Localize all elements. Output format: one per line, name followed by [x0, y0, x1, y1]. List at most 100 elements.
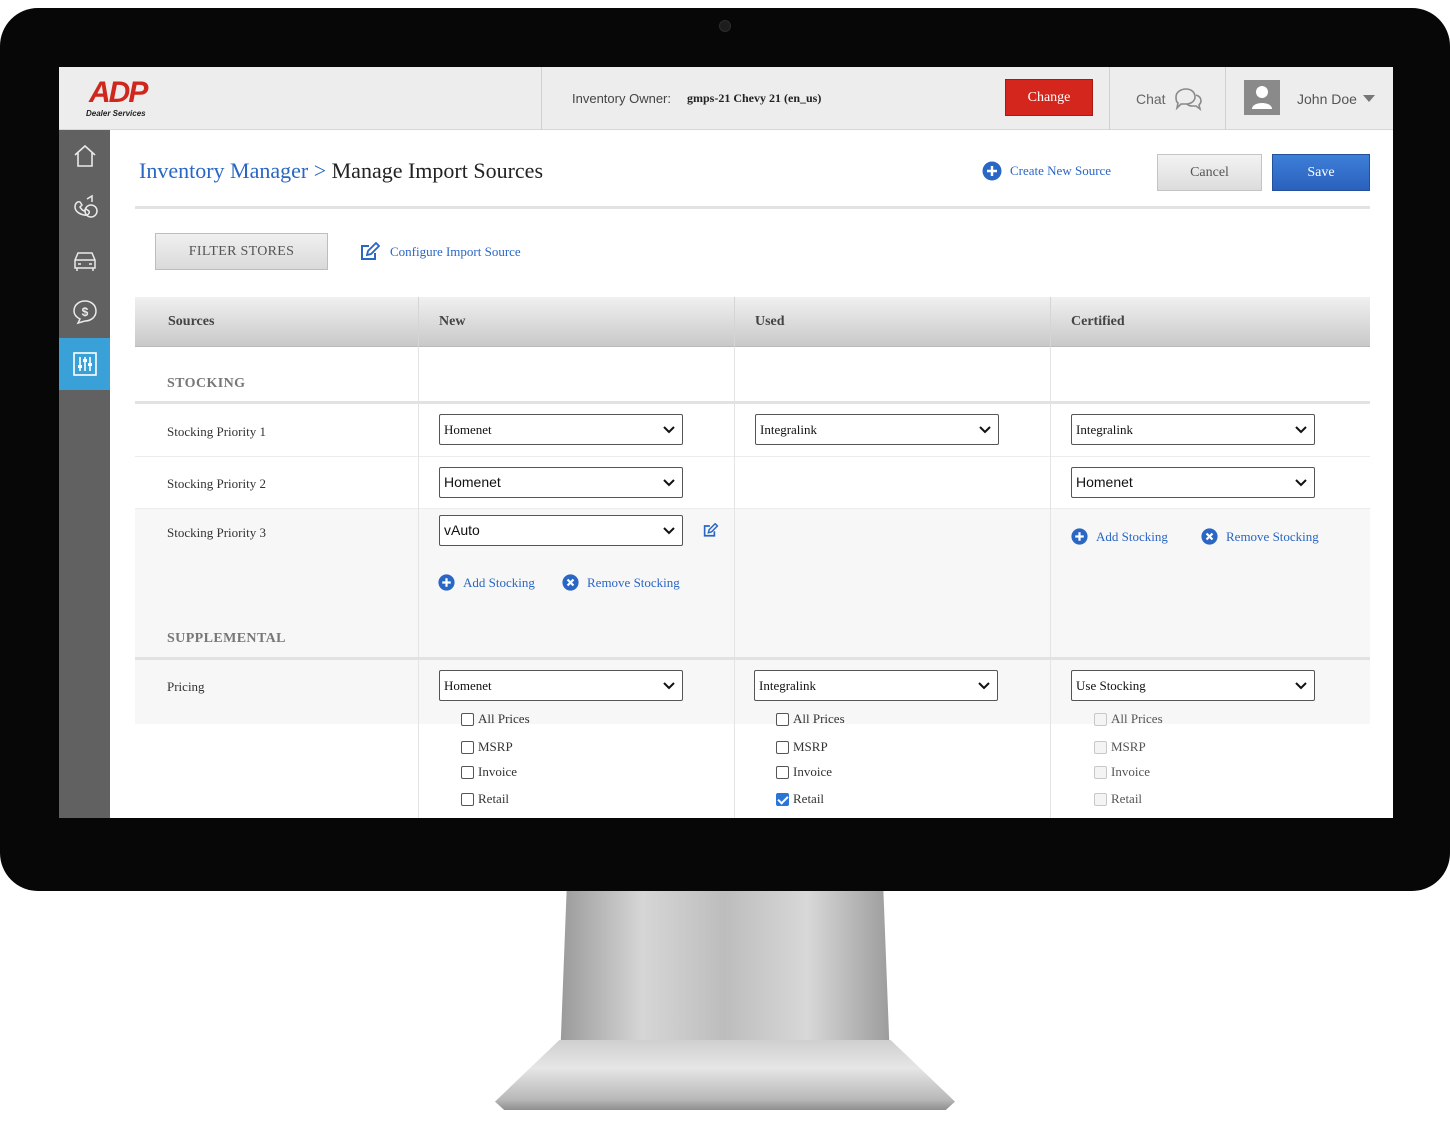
checkbox-label: Invoice — [478, 764, 517, 779]
checkbox-used-all-prices[interactable]: All Prices — [776, 711, 845, 727]
checkbox-label: Retail — [478, 791, 510, 806]
chevron-down-icon — [978, 682, 990, 690]
adp-logo[interactable]: ADP Dealer Services — [86, 77, 186, 121]
column-divider — [1050, 297, 1051, 347]
configure-import-source-link[interactable]: Configure Import Source — [360, 242, 521, 262]
edit-icon — [361, 242, 381, 260]
remove-circle-icon — [1201, 528, 1218, 545]
dollar-chat-icon: $ — [72, 300, 97, 325]
checkbox-used-invoice[interactable]: Invoice — [776, 764, 832, 780]
chevron-down-icon — [663, 527, 675, 535]
select-priority-1-certified[interactable]: Integralink — [1071, 414, 1315, 445]
user-name[interactable]: John Doe — [1297, 91, 1357, 107]
checkbox-label: MSRP — [1111, 739, 1146, 754]
select-priority-2-new[interactable]: Homenet — [439, 467, 683, 498]
checkbox-new-all-prices[interactable]: All Prices — [461, 711, 530, 727]
section-divider — [135, 657, 1370, 660]
monitor-stand-base — [495, 1040, 955, 1110]
avatar[interactable] — [1244, 80, 1280, 115]
add-stocking-label: Add Stocking — [463, 574, 535, 590]
select-priority-2-certified[interactable]: Homenet — [1071, 467, 1315, 498]
checkbox-used-msrp[interactable]: MSRP — [776, 739, 828, 755]
checkbox-label: MSRP — [793, 739, 828, 754]
select-value: Homenet — [444, 678, 492, 693]
select-value: Integralink — [759, 678, 817, 693]
row-label-priority-3: Stocking Priority 3 — [167, 525, 266, 540]
checkbox-certified-invoice: Invoice — [1094, 764, 1150, 780]
sidebar-item-home[interactable] — [59, 130, 110, 182]
column-header-certified: Certified — [1071, 314, 1125, 329]
checkbox[interactable] — [461, 792, 474, 806]
chat-icon[interactable] — [1173, 87, 1203, 116]
add-stocking-label: Add Stocking — [1096, 528, 1168, 544]
chevron-down-icon — [979, 426, 991, 434]
checkbox-disabled — [1094, 712, 1107, 726]
checkbox-label: Retail — [1111, 791, 1143, 806]
camera — [719, 20, 731, 32]
checkbox-disabled — [1094, 792, 1107, 806]
checkbox-checked[interactable] — [776, 792, 789, 806]
checkbox[interactable] — [776, 765, 789, 779]
row-label-pricing: Pricing — [167, 679, 205, 694]
select-priority-1-used[interactable]: Integralink — [755, 414, 999, 445]
checkbox-new-msrp[interactable]: MSRP — [461, 739, 513, 755]
divider — [135, 206, 1370, 209]
add-stocking-certified-link[interactable]: Add Stocking — [1071, 528, 1168, 545]
remove-stocking-new-link[interactable]: Remove Stocking — [562, 574, 680, 591]
select-priority-3-new[interactable]: vAuto — [439, 515, 683, 546]
page-title-text: Manage Import Sources — [331, 158, 544, 183]
page-title: Inventory Manager > Manage Import Source… — [139, 158, 543, 184]
row-label-priority-1: Stocking Priority 1 — [167, 424, 266, 439]
save-button[interactable]: Save — [1272, 154, 1370, 191]
create-new-source-label: Create New Source — [1010, 163, 1112, 178]
checkbox-new-invoice[interactable]: Invoice — [461, 764, 517, 780]
select-pricing-new[interactable]: Homenet — [439, 670, 683, 701]
column-divider — [734, 297, 735, 347]
chevron-down-icon — [1295, 479, 1307, 487]
checkbox[interactable] — [461, 712, 474, 726]
sidebar-item-crm[interactable] — [59, 182, 110, 234]
cancel-button[interactable]: Cancel — [1157, 154, 1262, 191]
chevron-down-icon — [663, 479, 675, 487]
filter-stores-button[interactable]: FILTER STORES — [155, 233, 328, 270]
inventory-owner-label: Inventory Owner: — [572, 91, 671, 106]
select-value: vAuto — [444, 522, 480, 538]
select-pricing-used[interactable]: Integralink — [754, 670, 998, 701]
select-priority-1-new[interactable]: Homenet — [439, 414, 683, 445]
breadcrumb-inventory-manager[interactable]: Inventory Manager > — [139, 158, 326, 183]
checkbox-label: MSRP — [478, 739, 513, 754]
sidebar-item-inventory-settings[interactable] — [59, 338, 110, 390]
add-stocking-new-link[interactable]: Add Stocking — [438, 574, 535, 591]
chevron-down-icon — [663, 682, 675, 690]
logo-subtitle: Dealer Services — [86, 109, 146, 118]
checkbox[interactable] — [776, 712, 789, 726]
topbar-divider — [1225, 67, 1226, 130]
plus-circle-icon — [438, 574, 455, 591]
column-line — [418, 347, 419, 818]
checkbox-certified-retail: Retail — [1094, 791, 1142, 807]
change-owner-button[interactable]: Change — [1005, 79, 1093, 116]
checkbox-disabled — [1094, 740, 1107, 754]
chevron-down-icon — [1295, 426, 1307, 434]
remove-stocking-certified-link[interactable]: Remove Stocking — [1201, 528, 1319, 545]
inventory-owner-value: gmps-21 Chevy 21 (en_us) — [687, 91, 822, 105]
sidebar-item-vehicles[interactable] — [59, 234, 110, 286]
checkbox[interactable] — [461, 740, 474, 754]
checkbox-used-retail[interactable]: Retail — [776, 791, 824, 807]
create-new-source-link[interactable]: Create New Source — [982, 161, 1111, 181]
checkbox-new-retail[interactable]: Retail — [461, 791, 509, 807]
plus-circle-icon — [982, 161, 1002, 181]
select-pricing-certified[interactable]: Use Stocking — [1071, 670, 1315, 701]
sidebar-item-finance[interactable]: $ — [59, 286, 110, 338]
chevron-down-icon[interactable] — [1363, 95, 1375, 102]
edit-icon[interactable] — [703, 523, 719, 538]
section-stocking: STOCKING — [167, 376, 246, 391]
chat-label[interactable]: Chat — [1136, 91, 1166, 107]
checkbox-label: All Prices — [793, 711, 845, 726]
checkbox-disabled — [1094, 765, 1107, 779]
checkbox[interactable] — [461, 765, 474, 779]
section-divider — [135, 401, 1370, 404]
home-icon — [73, 144, 96, 167]
checkbox[interactable] — [776, 740, 789, 754]
phone-chat-icon — [73, 194, 98, 218]
